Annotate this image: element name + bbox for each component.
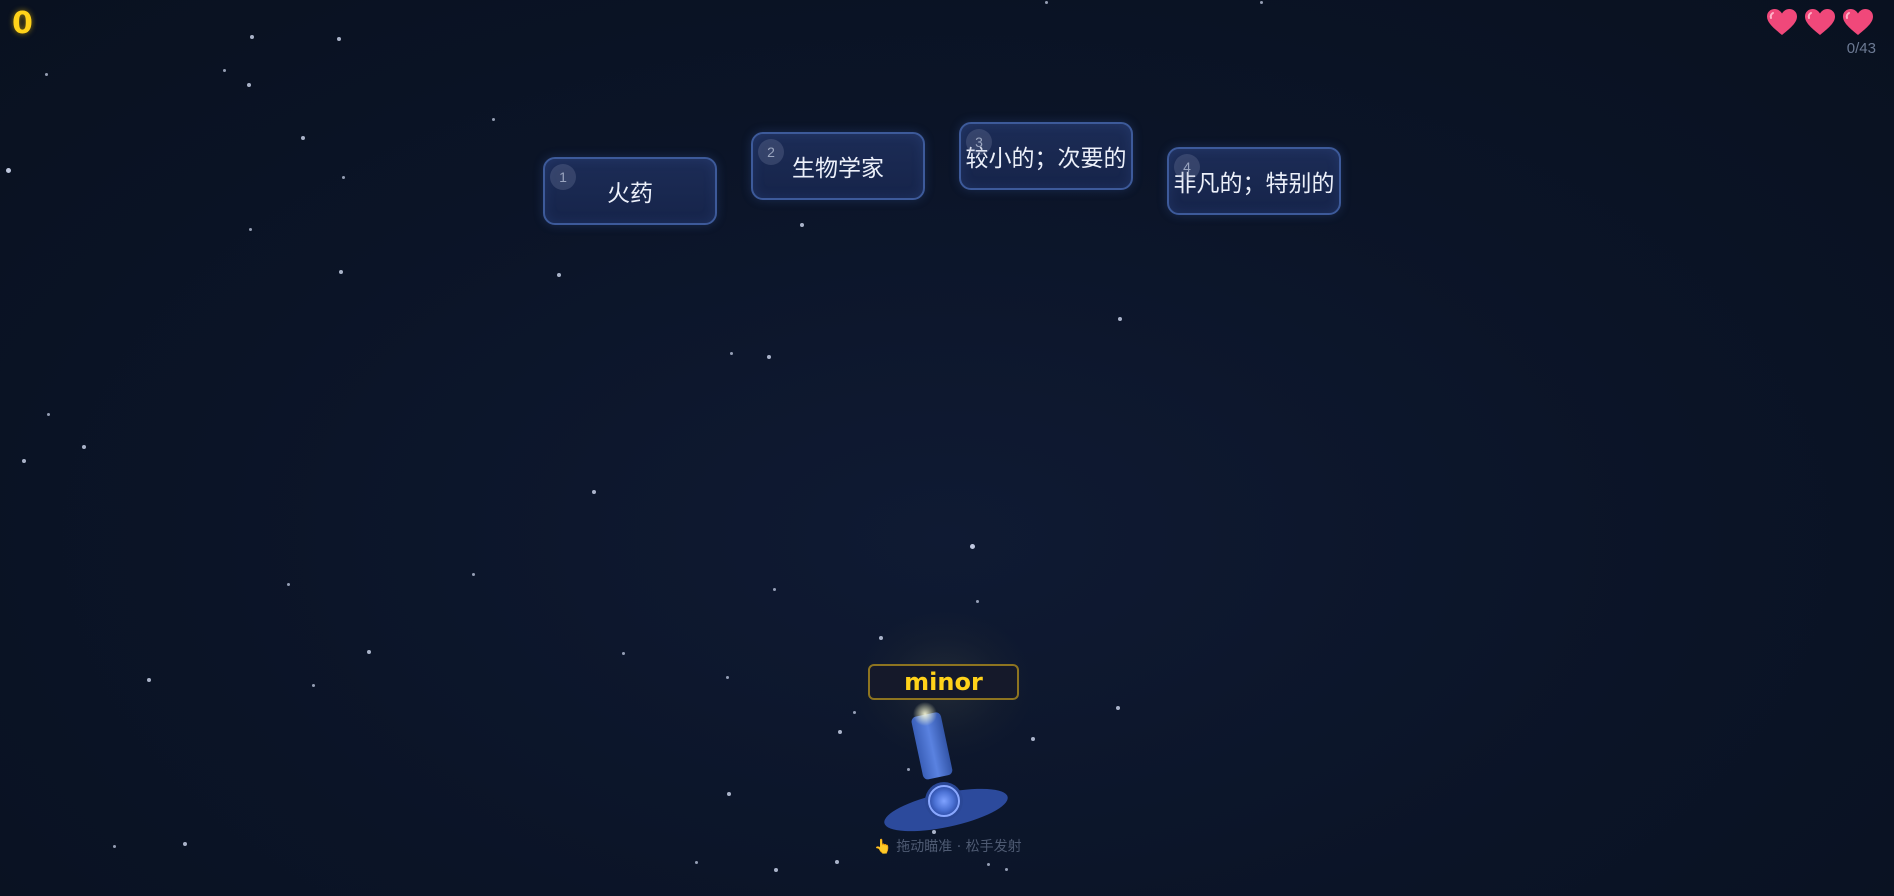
- star: [727, 792, 731, 796]
- star: [367, 650, 371, 654]
- star: [342, 176, 345, 179]
- star: [249, 228, 252, 231]
- game-stage[interactable]: 0 0/43 1 火药 2 生物学家 3 较小的；次要的 4 非凡的；特别的 m…: [0, 0, 1894, 896]
- star: [774, 868, 778, 872]
- star: [339, 270, 343, 274]
- star: [622, 652, 625, 655]
- star: [1045, 1, 1048, 4]
- star: [730, 352, 733, 355]
- progress-counter: 0/43: [1846, 40, 1876, 57]
- heart-icon: [1843, 9, 1873, 35]
- star: [301, 136, 305, 140]
- star: [1118, 317, 1122, 321]
- star: [838, 730, 842, 734]
- heart-icon: [1767, 9, 1797, 35]
- lives-display: [1766, 8, 1874, 36]
- answer-option-4[interactable]: 4 非凡的；特别的: [1167, 147, 1341, 215]
- answer-number: 2: [758, 139, 784, 165]
- star: [247, 83, 251, 87]
- star: [1005, 868, 1008, 871]
- score-display: 0: [12, 6, 33, 41]
- star: [223, 69, 226, 72]
- answer-option-2[interactable]: 2 生物学家: [751, 132, 925, 200]
- answer-number: 4: [1174, 154, 1200, 180]
- answer-label: 生物学家: [792, 156, 884, 182]
- star: [82, 445, 86, 449]
- answer-number: 3: [966, 129, 992, 155]
- star: [1031, 737, 1035, 741]
- star: [312, 684, 315, 687]
- star: [337, 37, 341, 41]
- star: [45, 73, 48, 76]
- current-word: minor: [868, 664, 1019, 700]
- answer-number: 1: [550, 164, 576, 190]
- control-hint: 👆 拖动瞄准 · 松手发射: [874, 839, 1022, 855]
- cannon-icon[interactable]: [878, 700, 1018, 840]
- star: [1116, 706, 1120, 710]
- answer-option-3[interactable]: 3 较小的；次要的: [959, 122, 1133, 190]
- heart-icon: [1805, 9, 1835, 35]
- star: [557, 273, 561, 277]
- star: [472, 573, 475, 576]
- star: [592, 490, 596, 494]
- star: [800, 223, 804, 227]
- star: [853, 711, 856, 714]
- star: [970, 544, 975, 549]
- star: [726, 676, 729, 679]
- star: [976, 600, 979, 603]
- star: [767, 355, 771, 359]
- star: [183, 842, 187, 846]
- star: [250, 35, 254, 39]
- star: [492, 118, 495, 121]
- star: [835, 860, 839, 864]
- star: [47, 413, 50, 416]
- star: [695, 861, 698, 864]
- star: [6, 168, 11, 173]
- answer-label: 火药: [607, 181, 653, 207]
- star: [22, 459, 26, 463]
- answer-option-1[interactable]: 1 火药: [543, 157, 717, 225]
- star: [147, 678, 151, 682]
- star: [287, 583, 290, 586]
- star: [987, 863, 990, 866]
- star: [113, 845, 116, 848]
- star: [1260, 1, 1263, 4]
- star: [773, 588, 776, 591]
